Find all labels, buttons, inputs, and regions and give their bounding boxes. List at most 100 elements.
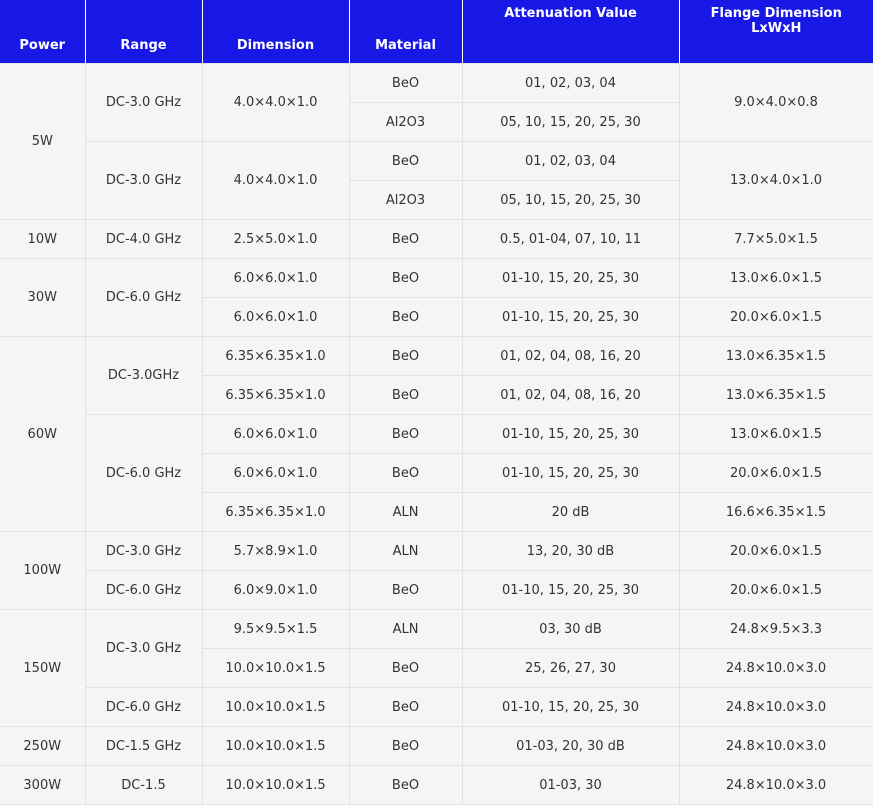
cell-range: DC-3.0 GHz: [84, 609, 203, 688]
cell-attenuation: 01, 02, 04, 08, 16, 20: [461, 375, 680, 415]
cell-material: Al2O3: [349, 102, 463, 142]
cell-flange: 24.8×10.0×3.0: [678, 687, 873, 727]
cell-material: BeO: [348, 141, 463, 181]
cell-power: 100W: [0, 531, 86, 610]
cell-dimension: 9.5×9.5×1.5: [201, 609, 350, 649]
cell-power: 300W: [0, 765, 86, 805]
cell-dimension: 5.7×8.9×1.0: [201, 531, 350, 571]
table-row: 250W DC-1.5 GHz 10.0×10.0×1.5 BeO 01-03,…: [0, 726, 873, 766]
cell-attenuation: 01-10, 15, 20, 25, 30: [461, 414, 680, 454]
cell-attenuation: 01, 02, 03, 04: [461, 141, 680, 181]
header-row: Power Range Dimension Material Attenuati…: [0, 0, 873, 64]
cell-material: ALN: [348, 492, 463, 532]
cell-dimension: 6.0×6.0×1.0: [202, 453, 350, 493]
cell-material: BeO: [348, 336, 463, 376]
cell-material: BeO: [348, 414, 463, 454]
cell-flange: 13.0×6.35×1.5: [678, 375, 873, 415]
table-row: 30W DC-6.0 GHz 6.0×6.0×1.0 BeO 01-10, 15…: [0, 258, 873, 337]
cell-flange: 13.0×4.0×1.0: [678, 141, 873, 220]
cell-flange: 24.8×10.0×3.0: [678, 765, 873, 805]
cell-material: BeO: [348, 453, 463, 493]
cell-material: BeO: [348, 297, 463, 337]
table-row: 100W DC-3.0 GHz 5.7×8.9×1.0 ALN 13, 20, …: [0, 531, 873, 610]
cell-flange: 20.0×6.0×1.5: [678, 453, 873, 493]
cell-attenuation: 05, 10, 15, 20, 25, 30: [461, 180, 680, 220]
cell-material: BeO: [348, 375, 463, 415]
cell-attenuation: 01-03, 30: [461, 765, 680, 805]
cell-dimension: 10.0×10.0×1.5: [201, 765, 350, 805]
cell-flange: 16.6×6.35×1.5: [678, 492, 873, 532]
cell-power: 60W: [0, 336, 86, 532]
cell-range: DC-4.0 GHz: [84, 219, 203, 259]
cell-flange: 20.0×6.0×1.5: [678, 297, 873, 337]
cell-power: 5W: [0, 63, 86, 220]
cell-material: BeO: [348, 219, 463, 259]
cell-dimension: 10.0×10.0×1.5: [201, 687, 350, 727]
cell-attenuation: 01, 02, 04, 08, 16, 20: [461, 336, 680, 376]
cell-attenuation: 25, 26, 27, 30: [461, 648, 680, 688]
cell-flange: 9.0×4.0×0.8: [678, 63, 873, 142]
header-range: Range: [84, 0, 202, 64]
cell-attenuation: 01-10, 15, 20, 25, 30: [461, 687, 680, 727]
cell-attenuation: 20 dB: [461, 492, 680, 532]
table-row: DC-6.0 GHz 6.0×9.0×1.0 BeO 01-10, 15, 20…: [0, 570, 873, 610]
cell-material: BeO: [348, 258, 463, 298]
cell-dimension: 2.5×5.0×1.0: [201, 219, 350, 259]
cell-range: DC-6.0 GHz: [85, 414, 203, 532]
cell-attenuation: 01-10, 15, 20, 25, 30: [461, 453, 680, 493]
table-row: 300W DC-1.5 10.0×10.0×1.5 BeO 01-03, 30 …: [0, 765, 873, 805]
cell-range: DC-6.0 GHz: [84, 258, 203, 337]
header-material: Material: [348, 0, 462, 64]
cell-dimension: 6.35×6.35×1.0: [202, 492, 350, 532]
cell-range: DC-3.0 GHz: [84, 531, 203, 571]
cell-flange: 13.0×6.35×1.5: [678, 336, 873, 376]
cell-material: ALN: [348, 531, 463, 571]
cell-flange: 24.8×9.5×3.3: [678, 609, 873, 649]
cell-dimension: 10.0×10.0×1.5: [202, 648, 350, 688]
cell-material: BeO: [348, 765, 463, 805]
table-row: 60W DC-3.0GHz 6.35×6.35×1.0 BeO 01, 02, …: [0, 336, 873, 532]
cell-dimension: 6.0×6.0×1.0: [201, 414, 350, 454]
cell-power: 250W: [0, 726, 86, 766]
cell-flange: 24.8×10.0×3.0: [678, 648, 873, 688]
cell-flange: 20.0×6.0×1.5: [678, 570, 873, 610]
table-row: 10W DC-4.0 GHz 2.5×5.0×1.0 BeO 0.5, 01-0…: [0, 219, 873, 259]
cell-attenuation: 05, 10, 15, 20, 25, 30: [461, 102, 680, 142]
cell-material: BeO: [348, 570, 463, 610]
header-flange-dimension: Flange Dimension LxWxH: [678, 0, 873, 64]
cell-dimension: 4.0×4.0×1.0: [201, 63, 350, 142]
cell-range: DC-3.0 GHz: [85, 141, 203, 220]
table-row: DC-6.0 GHz 6.0×6.0×1.0 BeO 01-10, 15, 20…: [0, 414, 873, 532]
header-dimension: Dimension: [201, 0, 349, 64]
cell-dimension: 6.35×6.35×1.0: [201, 336, 350, 376]
table-row: 150W DC-3.0 GHz 9.5×9.5×1.5 ALN 03, 30 d…: [0, 609, 873, 727]
cell-attenuation: 01-03, 20, 30 dB: [461, 726, 680, 766]
cell-attenuation: 03, 30 dB: [461, 609, 680, 649]
header-power: Power: [0, 0, 85, 64]
table-row: 5W DC-3.0 GHz 4.0×4.0×1.0 BeO 01, 02, 03…: [0, 63, 873, 220]
cell-flange: 7.7×5.0×1.5: [678, 219, 873, 259]
cell-material: Al2O3: [349, 180, 463, 220]
cell-material: BeO: [348, 726, 463, 766]
cell-flange: 24.8×10.0×3.0: [678, 726, 873, 766]
cell-attenuation: 01, 02, 03, 04: [461, 63, 680, 103]
attenuator-spec-table: Power Range Dimension Material Attenuati…: [0, 0, 873, 805]
header-attenuation-value: Attenuation Value: [461, 0, 679, 64]
cell-attenuation: 01-10, 15, 20, 25, 30: [461, 258, 680, 298]
cell-range: DC-1.5: [84, 765, 203, 805]
cell-attenuation: 13, 20, 30 dB: [461, 531, 680, 571]
cell-range: DC-6.0 GHz: [85, 570, 203, 610]
cell-material: BeO: [348, 687, 463, 727]
cell-attenuation: 01-10, 15, 20, 25, 30: [461, 297, 680, 337]
cell-dimension: 6.0×6.0×1.0: [202, 297, 350, 337]
cell-range: DC-1.5 GHz: [84, 726, 203, 766]
cell-power: 10W: [0, 219, 86, 259]
cell-material: BeO: [348, 648, 463, 688]
cell-dimension: 6.35×6.35×1.0: [202, 375, 350, 415]
table-row: DC-6.0 GHz 10.0×10.0×1.5 BeO 01-10, 15, …: [0, 687, 873, 727]
cell-dimension: 10.0×10.0×1.5: [201, 726, 350, 766]
cell-material: BeO: [348, 63, 463, 103]
cell-flange: 13.0×6.0×1.5: [678, 258, 873, 298]
cell-material: ALN: [348, 609, 463, 649]
cell-range: DC-6.0 GHz: [85, 687, 203, 727]
